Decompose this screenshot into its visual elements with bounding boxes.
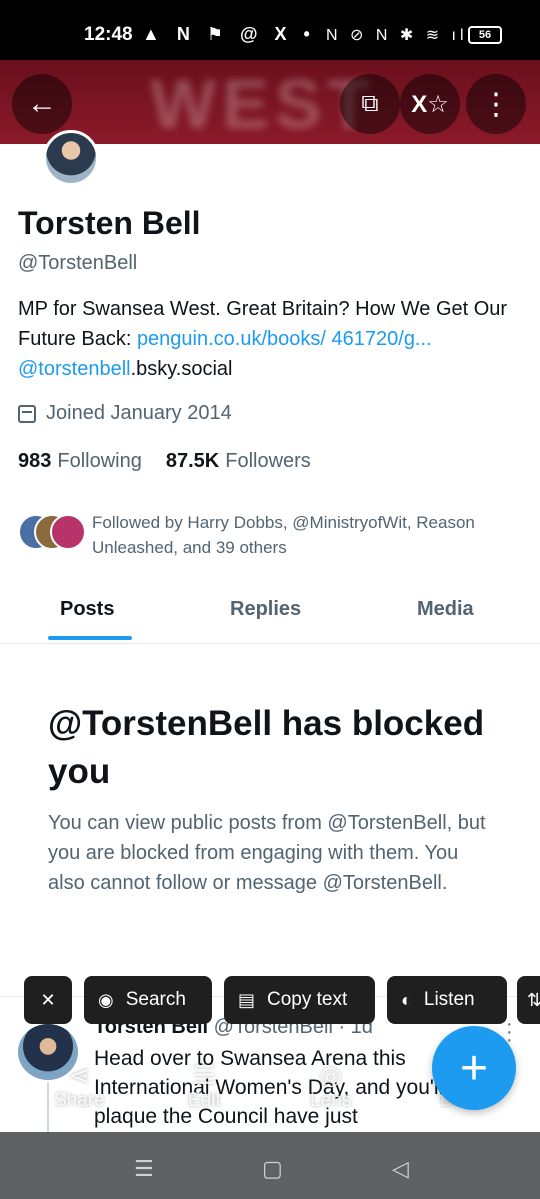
edit-label: Edit bbox=[188, 1090, 221, 1111]
tab-posts[interactable]: Posts bbox=[60, 598, 114, 621]
lens-search-icon: ◉ bbox=[98, 989, 114, 1010]
battery-icon: 56 bbox=[468, 26, 502, 44]
compose-fab[interactable]: + bbox=[432, 1026, 516, 1110]
listen-label: Listen bbox=[423, 989, 475, 1010]
share-label: Share bbox=[54, 1090, 105, 1111]
joined-text: Joined January 2014 bbox=[46, 402, 232, 424]
edit-action[interactable]: ☰ Edit bbox=[188, 1060, 221, 1112]
followed-by-text[interactable]: Followed by Harry Dobbs, @MinistryofWit,… bbox=[92, 510, 512, 560]
profile-handle: @TorstenBell bbox=[18, 252, 138, 274]
back-nav-icon[interactable]: ◁ bbox=[392, 1156, 409, 1182]
bio-mention[interactable]: @torstenbell bbox=[18, 358, 131, 380]
notification-icons: ▲ N ⚑ @ X • bbox=[142, 24, 316, 44]
lens-label: Lens bbox=[310, 1090, 352, 1111]
recents-icon[interactable]: ☰ bbox=[134, 1156, 154, 1182]
cast-button[interactable]: ⧉ bbox=[340, 74, 400, 134]
system-nav-bar: ☰ ▢ ◁ bbox=[0, 1132, 540, 1199]
lens-icon: ◎ bbox=[319, 1060, 342, 1090]
profile-name: Torsten Bell bbox=[18, 205, 201, 241]
more-options-button[interactable]: ⋮ bbox=[466, 74, 526, 134]
active-tab-indicator bbox=[48, 636, 132, 640]
grok-icon: X☆ bbox=[411, 90, 449, 118]
plus-icon: + bbox=[459, 1041, 489, 1095]
following-label: Following bbox=[57, 450, 142, 472]
blocked-message: You can view public posts from @TorstenB… bbox=[48, 812, 486, 894]
bio-link[interactable]: penguin.co.uk/books/ 461720/g... bbox=[137, 328, 432, 350]
close-icon: ✕ bbox=[40, 989, 56, 1010]
lens-action[interactable]: ◎ Lens bbox=[310, 1060, 351, 1112]
back-button[interactable]: ← bbox=[12, 74, 72, 134]
profile-tabs: Posts Replies Media bbox=[0, 584, 540, 644]
profile-avatar[interactable] bbox=[43, 130, 99, 186]
search-label: Search bbox=[125, 989, 186, 1010]
tab-replies[interactable]: Replies bbox=[230, 598, 301, 621]
profile-bio: MP for Swansea West. Great Britain? How … bbox=[18, 294, 518, 384]
follower-avatar bbox=[50, 514, 86, 550]
close-button[interactable]: ✕ bbox=[24, 976, 72, 1024]
following-count: 983 bbox=[18, 450, 52, 472]
more-vertical-icon: ⋮ bbox=[481, 87, 511, 121]
translate-button[interactable]: ⇅ bbox=[517, 976, 540, 1024]
followers-count: 87.5K bbox=[165, 450, 220, 472]
share-action[interactable]: ⋖ Share bbox=[54, 1060, 105, 1112]
followers-label: Followers bbox=[225, 450, 311, 472]
joined-date: Joined January 2014 bbox=[18, 402, 232, 425]
copy-text-label: Copy text bbox=[267, 989, 348, 1010]
followers-link[interactable]: 87.5K Followers bbox=[166, 450, 311, 473]
clock: 12:48 bbox=[84, 24, 133, 45]
cast-icon: ⧉ bbox=[361, 90, 379, 117]
edit-sliders-icon: ☰ bbox=[192, 1060, 217, 1090]
follow-stats: 983 Following 87.5K Followers bbox=[18, 450, 311, 473]
copy-text-icon: ▤ bbox=[238, 989, 256, 1010]
grok-button[interactable]: X☆ bbox=[400, 74, 460, 134]
calendar-icon bbox=[18, 404, 36, 423]
share-icon: ⋖ bbox=[68, 1060, 91, 1090]
blocked-title: @TorstenBell has blocked you bbox=[48, 704, 485, 791]
following-link[interactable]: 983 Following bbox=[18, 450, 142, 473]
back-arrow-icon: ← bbox=[27, 87, 57, 120]
screenshot-toolbar: ✕ ◉ Search ▤ Copy text ◐ Listen ⇅ bbox=[0, 976, 540, 1028]
listen-icon: ◐ bbox=[401, 989, 412, 1010]
listen-button[interactable]: ◐ Listen bbox=[387, 976, 507, 1024]
tab-media[interactable]: Media bbox=[417, 598, 474, 621]
home-icon[interactable]: ▢ bbox=[262, 1156, 283, 1182]
status-bar: 12:48 ▲ N ⚑ @ X • N ⊘ N ✱ ≋ ıl 56 bbox=[0, 0, 540, 60]
system-icons: N ⊘ N ✱ ≋ ıl bbox=[326, 27, 468, 44]
bio-domain: .bsky.social bbox=[130, 358, 233, 380]
search-button[interactable]: ◉ Search bbox=[84, 976, 212, 1024]
copy-text-button[interactable]: ▤ Copy text bbox=[224, 976, 375, 1024]
translate-icon: ⇅ bbox=[527, 989, 540, 1010]
followed-by-avatars[interactable] bbox=[18, 514, 88, 552]
